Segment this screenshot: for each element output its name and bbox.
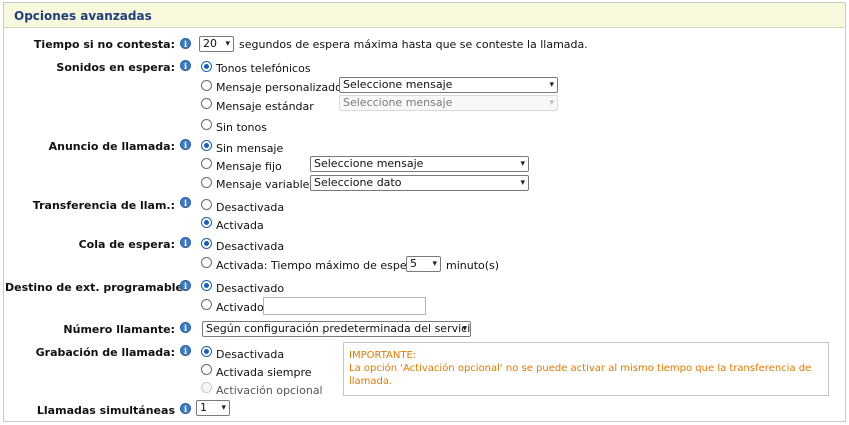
info-icon[interactable]: i [180, 139, 191, 150]
info-icon[interactable]: i [180, 60, 191, 71]
option-label: Desactivada [216, 201, 285, 214]
radio-transferencia-desactivada[interactable] [201, 199, 212, 210]
select-value: 1 [200, 401, 207, 414]
label-tiempo: Tiempo si no contesta: [33, 38, 175, 51]
destino-input[interactable] [263, 297, 426, 315]
radio-sin-mensaje[interactable] [201, 140, 212, 151]
label-simultaneas: Llamadas simultáneas [36, 404, 175, 417]
select-value: Seleccione mensaje [314, 157, 424, 170]
radio-destino-desactivado[interactable] [201, 280, 212, 291]
select-value: Seleccione dato [314, 176, 402, 189]
option-label: Desactivada [216, 240, 285, 253]
label-numero: Número llamante: [63, 323, 175, 336]
cola-tiempo-select[interactable]: 5 ▾ [406, 256, 441, 272]
chevron-down-icon: ▾ [520, 178, 525, 188]
sonidos-estandar-select[interactable]: Seleccione mensaje ▾ [339, 95, 558, 111]
info-icon[interactable]: i [180, 237, 191, 248]
option-label: Tonos telefónicos [216, 62, 311, 75]
label-cola: Cola de espera: [78, 238, 175, 251]
option-label: Mensaje estándar [216, 100, 314, 113]
label-anuncio: Anuncio de llamada: [48, 140, 175, 153]
radio-cola-activada[interactable] [201, 257, 212, 268]
label-sonidos: Sonidos en espera: [56, 61, 175, 74]
tiempo-select[interactable]: 20 ▾ [199, 36, 234, 52]
cola-tiempo-unit: minuto(s) [446, 259, 500, 272]
option-label: Activada [216, 219, 264, 232]
select-value: Según configuración predeterminada del s… [206, 322, 471, 335]
radio-mensaje-personalizado[interactable] [201, 80, 212, 91]
option-label: Activado [216, 301, 264, 314]
option-label: Sin tonos [216, 121, 267, 134]
chevron-down-icon: ▾ [221, 403, 226, 413]
radio-cola-desactivada[interactable] [201, 238, 212, 249]
sonidos-personalizado-select[interactable]: Seleccione mensaje ▾ [339, 77, 558, 93]
notice-title: IMPORTANTE: [349, 350, 417, 361]
info-icon[interactable]: i [180, 345, 191, 356]
option-label: Mensaje personalizado [216, 81, 342, 94]
chevron-down-icon: ▾ [549, 98, 554, 108]
info-icon[interactable]: i [180, 38, 191, 49]
radio-transferencia-activada[interactable] [201, 217, 212, 228]
option-label: Desactivado [216, 282, 285, 295]
option-label: Activada siempre [216, 366, 312, 379]
info-icon[interactable]: i [180, 197, 191, 208]
info-icon[interactable]: i [180, 322, 191, 333]
radio-mensaje-estandar[interactable] [201, 98, 212, 109]
panel-header: Opciones avanzadas [4, 3, 845, 28]
label-transferencia: Transferencia de llam.: [32, 199, 175, 212]
radio-grabacion-desactivada[interactable] [201, 346, 212, 357]
panel-title: Opciones avanzadas [14, 9, 152, 23]
label-destino: Destino de ext. programable: [5, 281, 188, 294]
chevron-down-icon: ▾ [462, 324, 467, 334]
option-label: Activación opcional [216, 384, 323, 397]
info-icon[interactable]: i [180, 403, 191, 414]
label-grabacion: Grabación de llamada: [35, 346, 175, 359]
tiempo-suffix: segundos de espera máxima hasta que se c… [239, 38, 588, 51]
chevron-down-icon: ▾ [520, 159, 525, 169]
radio-destino-activado[interactable] [201, 299, 212, 310]
option-label: Sin mensaje [216, 142, 284, 155]
option-label: Activada: [216, 259, 268, 272]
tiempo-select-value: 20 [203, 37, 217, 50]
radio-mensaje-variable[interactable] [201, 177, 212, 188]
importante-notice: IMPORTANTE: La opción 'Activación opcion… [343, 342, 829, 396]
option-label: Desactivada [216, 348, 285, 361]
anuncio-variable-select[interactable]: Seleccione dato ▾ [310, 175, 529, 191]
cola-tiempo-label: Tiempo máximo de espera [271, 259, 418, 272]
option-label: Mensaje fijo [216, 160, 282, 173]
radio-grabacion-siempre[interactable] [201, 364, 212, 375]
notice-text: La opción 'Activación opcional' no se pu… [349, 363, 812, 387]
select-value: Seleccione mensaje [343, 78, 453, 91]
numero-llamante-select[interactable]: Según configuración predeterminada del s… [202, 321, 471, 337]
info-icon[interactable]: i [180, 280, 191, 291]
radio-mensaje-fijo[interactable] [201, 158, 212, 169]
radio-sin-tonos[interactable] [201, 119, 212, 130]
select-value: 5 [410, 257, 417, 270]
chevron-down-icon: ▾ [225, 39, 230, 49]
anuncio-fijo-select[interactable]: Seleccione mensaje ▾ [310, 156, 529, 172]
radio-tonos-telefonicos[interactable] [201, 61, 212, 72]
chevron-down-icon: ▾ [432, 259, 437, 269]
option-label: Mensaje variable [216, 178, 310, 191]
chevron-down-icon: ▾ [549, 80, 554, 90]
radio-grabacion-opcional[interactable] [201, 382, 212, 393]
simultaneas-select[interactable]: 1 ▾ [196, 400, 230, 416]
select-value: Seleccione mensaje [343, 96, 453, 109]
